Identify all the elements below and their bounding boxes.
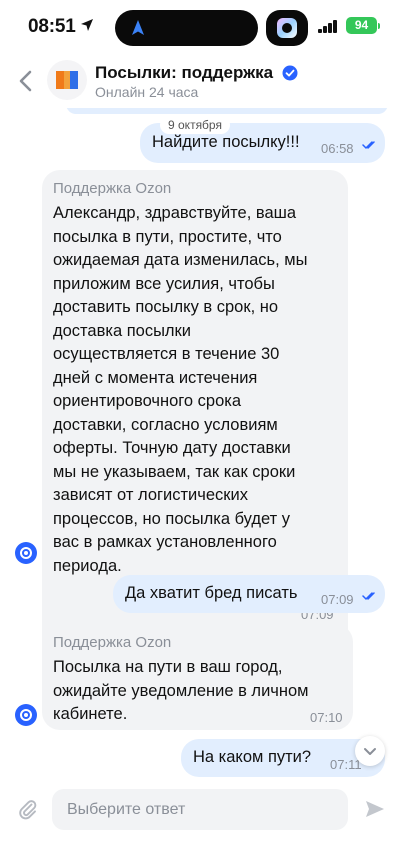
message-line: ожидайте уведомление в личном (53, 681, 309, 700)
message-text: На каком пути? (193, 748, 312, 766)
paperclip-icon[interactable] (17, 798, 39, 820)
message-line: посылка в пути, простите, что (53, 227, 282, 246)
message-list[interactable]: 9 октября Найдите посылку!!! 06:58 Подде… (0, 108, 400, 780)
chat-header: Посылки: поддержка Онлайн 24 часа (0, 54, 400, 108)
back-button[interactable] (14, 66, 38, 96)
avatar[interactable] (47, 60, 87, 100)
verified-badge-icon (282, 65, 298, 81)
message-line: процессов, но посылка будет у (53, 509, 291, 528)
message-line: Посылка на пути в ваш город, (53, 658, 283, 676)
composer: Выберите ответ (0, 780, 400, 867)
message-bubble-outgoing[interactable]: На каком пути? 07:11 (181, 739, 385, 777)
support-avatar-icon (15, 542, 37, 564)
message-line: ориентировочного срока (53, 392, 242, 410)
message-line: Александр, здравствуйте, ваша (53, 204, 297, 222)
chat-title: Посылки: поддержка (95, 63, 274, 82)
message-line: доставить посылку в срок, но (53, 298, 279, 316)
message-line: мы не указываем, так как сроки (53, 462, 296, 481)
battery-tip (378, 23, 380, 29)
message-line: кабинете. (53, 705, 128, 723)
status-bar: 08:51 94 (0, 0, 400, 54)
sender-name: Поддержка Ozon (53, 634, 172, 651)
scroll-down-button[interactable] (355, 736, 385, 766)
read-receipt-icon (362, 141, 375, 149)
navigation-arrow-icon (132, 20, 144, 35)
message-line: вас в рамках установленного (53, 533, 277, 551)
message-line: приложим все усилия, чтобы (53, 274, 275, 293)
message-line: доставки, согласно условиям (53, 415, 278, 434)
message-line: зависят от логистических (53, 486, 248, 504)
support-avatar-icon (15, 704, 37, 726)
parcel-box-icon (56, 71, 78, 89)
message-time: 07:10 (310, 710, 343, 725)
message-text: Посылка на пути в ваш город, ожидайте ув… (53, 656, 309, 727)
location-arrow-icon (81, 19, 93, 31)
message-line: доставка посылки (53, 321, 191, 340)
message-text: Да хватит бред писать (125, 584, 298, 602)
message-time: 06:58 (321, 141, 354, 156)
dynamic-island (115, 10, 258, 46)
cellular-signal-icon (318, 20, 338, 33)
message-line: ожидаемая дата изменилась, мы (53, 251, 308, 269)
message-text: Найдите посылку!!! (152, 133, 300, 151)
read-receipt-icon (362, 592, 375, 600)
message-bubble-outgoing[interactable]: Да хватит бред писать 07:09 (113, 575, 385, 613)
reply-picker-field[interactable]: Выберите ответ (52, 789, 348, 830)
send-button[interactable] (364, 798, 386, 820)
message-text: Александр, здравствуйте, ваша посылка в … (53, 202, 308, 578)
message-line: оферты. Точную дату доставки (53, 439, 291, 457)
message-bubble-incoming[interactable]: Поддержка Ozon Посылка на пути в ваш гор… (42, 624, 353, 730)
message-time: 07:09 (321, 592, 354, 607)
previous-message-bubble (66, 108, 388, 114)
chat-status: Онлайн 24 часа (95, 84, 199, 100)
sender-name: Поддержка Ozon (53, 180, 172, 197)
clock: 08:51 (28, 16, 76, 37)
live-activity-icon (266, 10, 308, 46)
message-line: осуществляется в течение 30 (53, 345, 280, 363)
date-separator: 9 октября (160, 116, 230, 134)
battery-indicator: 94 (346, 17, 377, 34)
message-line: дней с момента истечения (53, 368, 258, 387)
